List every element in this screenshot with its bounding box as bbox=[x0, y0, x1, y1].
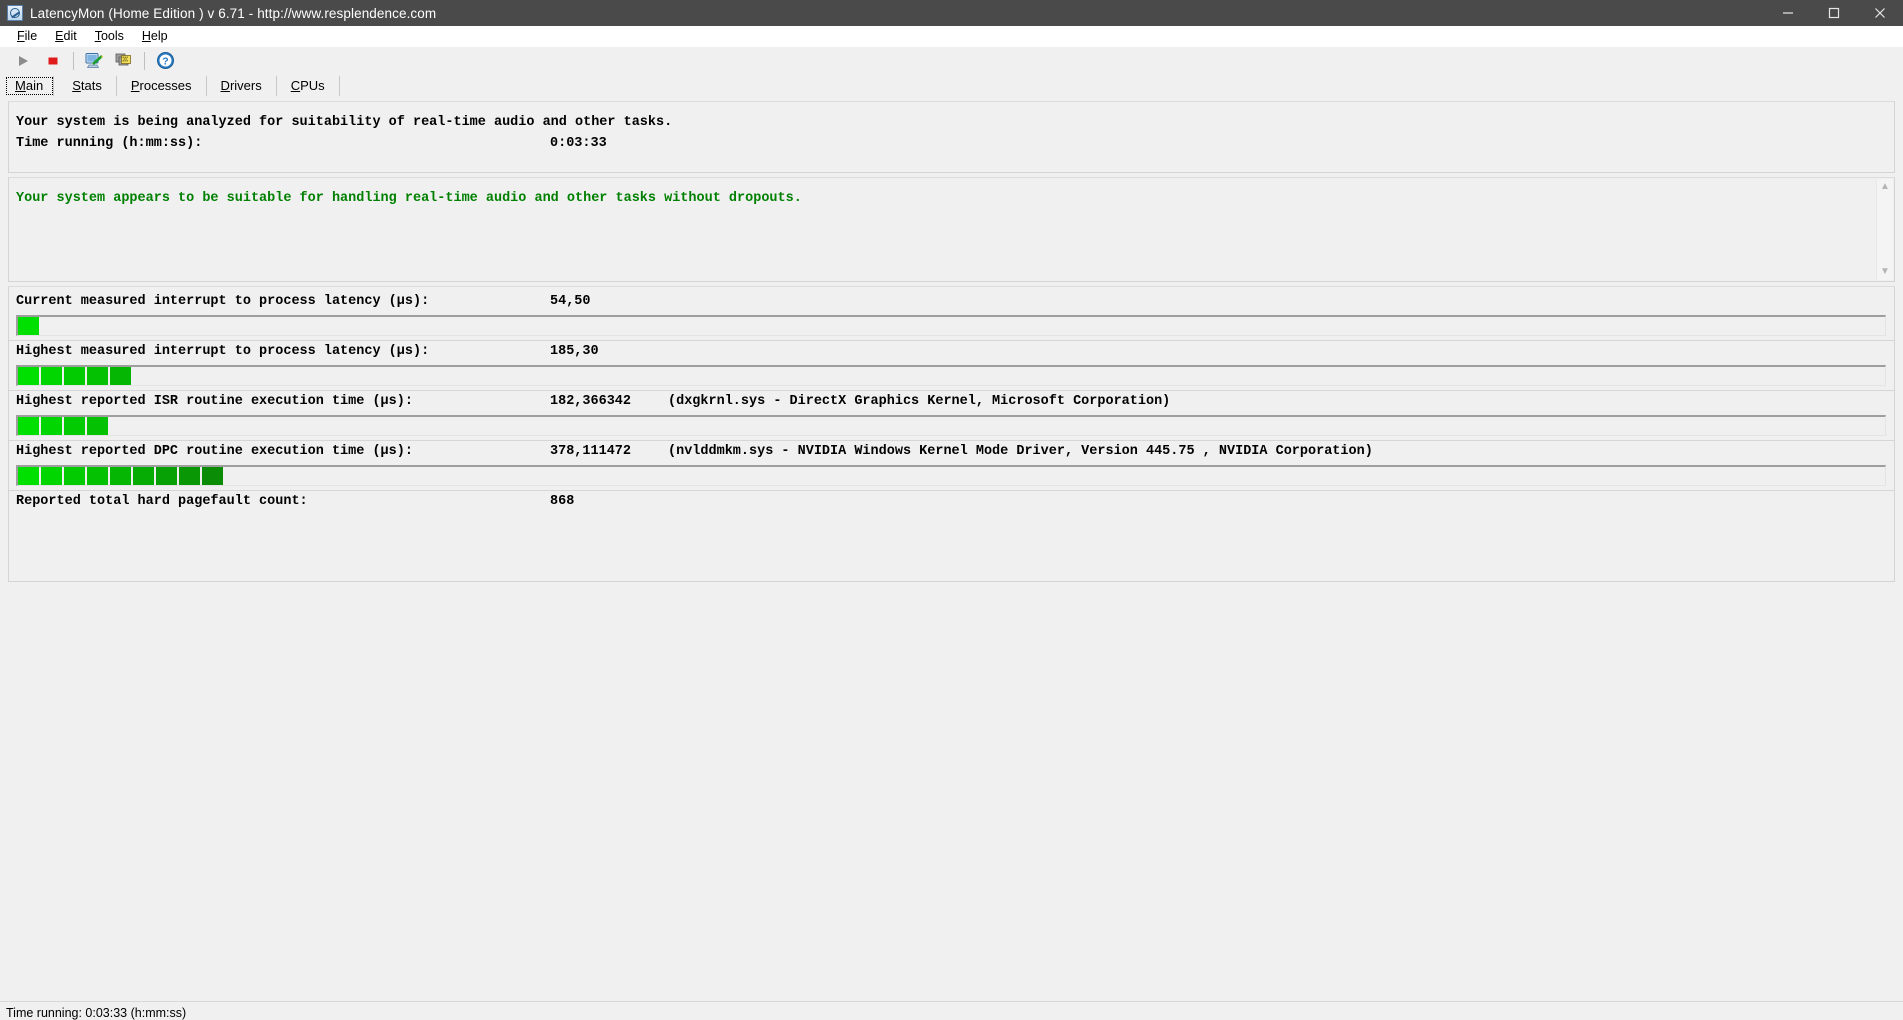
chevron-up-icon[interactable]: ▲ bbox=[1880, 182, 1890, 192]
metric-value: 868 bbox=[550, 493, 575, 509]
bar-segment bbox=[156, 467, 177, 485]
metric-value: 378,111472 bbox=[550, 443, 632, 459]
menu-item-edit-label: dit bbox=[63, 29, 77, 43]
tab-cpus-label: PUs bbox=[300, 78, 325, 93]
bar-segment bbox=[87, 367, 108, 385]
minimize-button[interactable] bbox=[1765, 0, 1811, 26]
bar-segment bbox=[110, 467, 131, 485]
tab-stats[interactable]: Stats bbox=[58, 76, 117, 96]
status-bar: Time running: 0:03:33 (h:mm:ss) bbox=[0, 1001, 1903, 1020]
metric-bar bbox=[16, 365, 1886, 386]
metric-extra: (nvlddmkm.sys - NVIDIA Windows Kernel Mo… bbox=[668, 443, 1373, 459]
metric-value: 185,30 bbox=[550, 343, 599, 359]
maximize-button[interactable] bbox=[1811, 0, 1857, 26]
tab-processes-label: rocesses bbox=[139, 78, 192, 93]
toolbar-separator-2 bbox=[144, 51, 145, 70]
metrics-panel: Current measured interrupt to process la… bbox=[8, 286, 1895, 582]
metric-bar bbox=[16, 315, 1886, 336]
bar-segment bbox=[64, 367, 85, 385]
tab-main[interactable]: Main bbox=[5, 76, 55, 96]
menu-item-tools-label: ools bbox=[100, 29, 124, 43]
summary-panel: Your system is being analyzed for suitab… bbox=[8, 101, 1895, 173]
bar-segment bbox=[202, 467, 223, 485]
metric-row: Current measured interrupt to process la… bbox=[9, 291, 1894, 312]
bar-segment bbox=[64, 467, 85, 485]
metric-value: 182,366342 bbox=[550, 393, 632, 409]
analysis-headline: Your system is being analyzed for suitab… bbox=[16, 115, 673, 130]
bar-segment bbox=[41, 467, 62, 485]
menu-item-help-label: elp bbox=[150, 29, 168, 43]
metric-row: Highest reported ISR routine execution t… bbox=[9, 391, 1894, 412]
bar-segment bbox=[41, 367, 62, 385]
time-running-label: Time running (h:mm:ss): bbox=[16, 135, 203, 151]
windows-button[interactable] bbox=[109, 49, 139, 73]
menu-bar: File Edit Tools Help bbox=[0, 26, 1903, 47]
menu-item-file[interactable]: File bbox=[8, 27, 46, 45]
tab-main-label: ain bbox=[25, 78, 44, 93]
chevron-down-icon[interactable]: ▼ bbox=[1880, 267, 1890, 277]
menu-item-file-label: ile bbox=[24, 29, 38, 43]
time-running-value: 0:03:33 bbox=[550, 135, 607, 151]
tab-drivers-label: rivers bbox=[229, 78, 262, 93]
metric-label: Current measured interrupt to process la… bbox=[16, 293, 430, 309]
close-button[interactable] bbox=[1857, 0, 1903, 26]
tab-drivers[interactable]: Drivers bbox=[207, 76, 277, 96]
metric-value: 54,50 bbox=[550, 293, 591, 309]
metric-bar bbox=[16, 415, 1886, 436]
metric-extra: (dxgkrnl.sys - DirectX Graphics Kernel, … bbox=[668, 393, 1171, 409]
toolbar: ? bbox=[0, 47, 1903, 74]
status-bar-text: Time running: 0:03:33 (h:mm:ss) bbox=[6, 1005, 187, 1020]
latencymon-app-icon bbox=[7, 5, 23, 21]
bar-segment bbox=[18, 417, 39, 435]
bar-segment bbox=[64, 417, 85, 435]
metric-label: Highest reported DPC routine execution t… bbox=[16, 443, 413, 459]
metric-row: Reported total hard pagefault count: 868 bbox=[9, 491, 1894, 512]
menu-item-tools[interactable]: Tools bbox=[86, 27, 133, 45]
help-button[interactable]: ? bbox=[150, 49, 180, 73]
metric-label: Highest measured interrupt to process la… bbox=[16, 343, 430, 359]
menu-item-help[interactable]: Help bbox=[133, 27, 177, 45]
tab-processes[interactable]: Processes bbox=[117, 76, 207, 96]
bar-segment bbox=[41, 417, 62, 435]
bar-segment bbox=[18, 317, 39, 335]
bar-segment bbox=[18, 367, 39, 385]
metric-label: Highest reported ISR routine execution t… bbox=[16, 393, 413, 409]
main-content: Your system is being analyzed for suitab… bbox=[0, 101, 1903, 1020]
stop-button[interactable] bbox=[38, 49, 68, 73]
time-running-row: Time running (h:mm:ss): 0:03:33 bbox=[9, 133, 1894, 154]
bar-segment bbox=[18, 467, 39, 485]
layered-windows-icon bbox=[115, 53, 131, 65]
bar-segment bbox=[133, 467, 154, 485]
verdict-scrollbar[interactable]: ▲ ▼ bbox=[1876, 179, 1893, 280]
tab-strip: Main Stats Processes Drivers C PUs bbox=[0, 74, 1903, 96]
bar-segment bbox=[179, 467, 200, 485]
play-icon bbox=[19, 55, 28, 66]
verdict-text: Your system appears to be suitable for h… bbox=[16, 191, 802, 206]
bar-segment bbox=[87, 417, 108, 435]
report-button[interactable] bbox=[79, 49, 109, 73]
tab-stats-label: tats bbox=[80, 78, 102, 93]
bar-segment bbox=[87, 467, 108, 485]
stop-icon bbox=[48, 57, 58, 64]
metric-row: Highest measured interrupt to process la… bbox=[9, 341, 1894, 362]
metric-bar bbox=[16, 465, 1886, 486]
toolbar-separator-1 bbox=[73, 51, 74, 70]
bar-segment bbox=[110, 367, 131, 385]
title-bar: LatencyMon (Home Edition ) v 6.71 - http… bbox=[0, 0, 1903, 26]
tab-cpus[interactable]: C PUs bbox=[277, 76, 340, 96]
window-title: LatencyMon (Home Edition ) v 6.71 - http… bbox=[30, 5, 437, 21]
metric-label: Reported total hard pagefault count: bbox=[16, 493, 308, 509]
help-circle-icon: ? bbox=[156, 52, 174, 69]
menu-item-edit[interactable]: Edit bbox=[46, 27, 86, 45]
metric-row: Highest reported DPC routine execution t… bbox=[9, 441, 1894, 462]
window-controls bbox=[1765, 0, 1903, 26]
start-button[interactable] bbox=[8, 49, 38, 73]
svg-text:?: ? bbox=[162, 56, 168, 68]
monitor-pen-icon bbox=[85, 52, 104, 68]
verdict-panel: Your system appears to be suitable for h… bbox=[8, 177, 1895, 282]
